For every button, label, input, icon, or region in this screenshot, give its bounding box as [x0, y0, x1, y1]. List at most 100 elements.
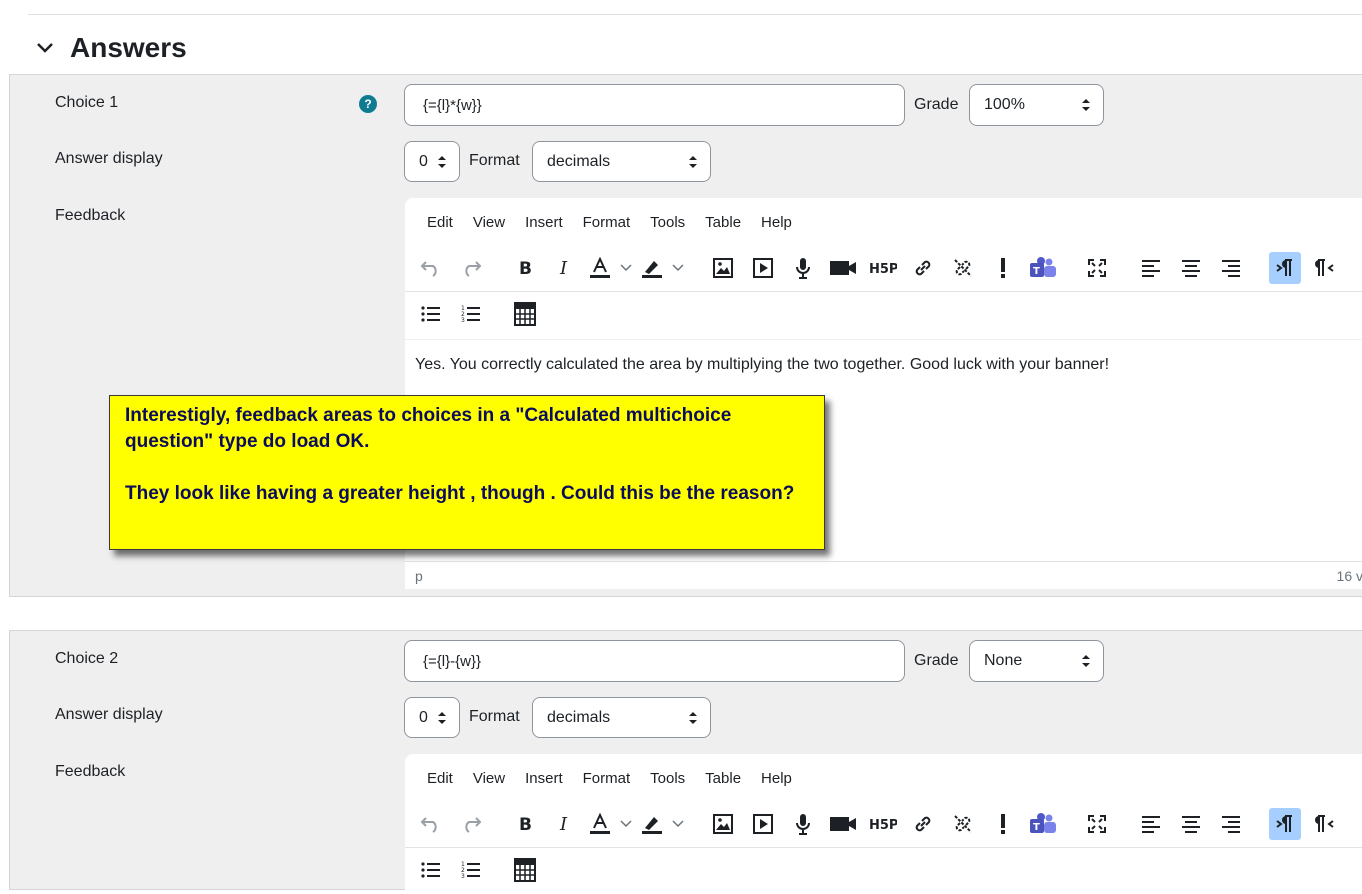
choice-1-grade-value: 100% — [984, 96, 1025, 113]
link-icon[interactable] — [907, 808, 939, 840]
chevron-down-icon[interactable] — [667, 808, 689, 840]
text-color-icon[interactable] — [589, 252, 611, 284]
menu-edit[interactable]: Edit — [417, 214, 463, 231]
menu-tools[interactable]: Tools — [640, 770, 695, 787]
menu-edit[interactable]: Edit — [417, 770, 463, 787]
align-left-icon[interactable] — [1135, 252, 1167, 284]
unlink-icon[interactable] — [947, 808, 979, 840]
align-center-icon[interactable] — [1175, 252, 1207, 284]
menu-help[interactable]: Help — [751, 770, 802, 787]
undo-icon[interactable] — [415, 808, 447, 840]
bullet-list-icon[interactable] — [415, 854, 447, 886]
choice-2-answer-display-select[interactable]: 0 — [404, 697, 460, 738]
svg-text:H5P: H5P — [869, 262, 897, 276]
choice-2-format-select[interactable]: decimals — [532, 697, 711, 738]
choice-2-feedback-editor[interactable]: Edit View Insert Format Tools Table Help… — [405, 754, 1362, 894]
unlink-icon[interactable] — [947, 252, 979, 284]
choice-1-formula-input[interactable]: {={l}*{w}} — [404, 84, 905, 126]
choice-1-label: Choice 1 — [55, 94, 119, 111]
chevron-down-icon[interactable] — [667, 252, 689, 284]
choice-2-format-value: decimals — [547, 708, 611, 726]
numbered-list-icon[interactable]: 123 — [455, 854, 487, 886]
teams-icon[interactable]: T — [1027, 252, 1059, 284]
choice-2-label: Choice 2 — [55, 650, 119, 667]
editor-toolbar-row-1: B I H5P T — [415, 252, 1349, 284]
section-header[interactable]: Answers — [34, 30, 187, 66]
menu-table[interactable]: Table — [695, 770, 751, 787]
menu-format[interactable]: Format — [573, 214, 641, 231]
fullscreen-icon[interactable] — [1081, 252, 1113, 284]
editor-menubar: Edit View Insert Format Tools Table Help — [417, 770, 802, 787]
redo-icon[interactable] — [455, 252, 487, 284]
teams-icon[interactable]: T — [1027, 808, 1059, 840]
feedback-content[interactable]: Yes. You correctly calculated the area b… — [415, 356, 1109, 374]
help-icon[interactable]: ? — [359, 95, 377, 113]
callout-line-1: Interestigly, feedback areas to choices … — [125, 405, 732, 452]
redo-icon[interactable] — [455, 808, 487, 840]
rtl-direction-icon[interactable] — [1309, 808, 1341, 840]
menu-view[interactable]: View — [463, 214, 515, 231]
align-center-icon[interactable] — [1175, 808, 1207, 840]
ltr-direction-icon[interactable] — [1269, 808, 1301, 840]
align-right-icon[interactable] — [1215, 252, 1247, 284]
numbered-list-icon[interactable]: 123 — [455, 298, 487, 330]
choice-1-answer-display-value: 0 — [419, 152, 428, 170]
menu-help[interactable]: Help — [751, 214, 802, 231]
align-left-icon[interactable] — [1135, 808, 1167, 840]
video-camera-icon[interactable] — [827, 808, 859, 840]
rtl-direction-icon[interactable] — [1309, 252, 1341, 284]
highlight-color-icon[interactable] — [641, 252, 663, 284]
calculator-icon[interactable] — [509, 854, 541, 886]
microphone-icon[interactable] — [787, 808, 819, 840]
highlight-color-icon[interactable] — [641, 808, 663, 840]
choice-2-grade-select[interactable]: None — [969, 640, 1104, 682]
caret-updown-icon — [438, 711, 446, 724]
word-count[interactable]: 16 v — [1337, 568, 1362, 584]
bold-icon[interactable]: B — [509, 252, 541, 284]
h5p-icon[interactable]: H5P — [867, 252, 899, 284]
exclamation-icon[interactable] — [987, 252, 1019, 284]
choice-1-format-select[interactable]: decimals — [532, 141, 711, 182]
menu-insert[interactable]: Insert — [515, 770, 573, 787]
video-camera-icon[interactable] — [827, 252, 859, 284]
italic-icon[interactable]: I — [549, 252, 581, 284]
h5p-icon[interactable]: H5P — [867, 808, 899, 840]
choice-2-format-label: Format — [469, 708, 520, 725]
editor-toolbar-row-2: 123 — [415, 298, 549, 330]
bold-icon[interactable]: B — [509, 808, 541, 840]
caret-updown-icon — [689, 711, 697, 724]
menu-format[interactable]: Format — [573, 770, 641, 787]
choice-1-grade-select[interactable]: 100% — [969, 84, 1104, 126]
media-icon[interactable] — [747, 808, 779, 840]
align-right-icon[interactable] — [1215, 808, 1247, 840]
menu-view[interactable]: View — [463, 770, 515, 787]
caret-updown-icon — [1082, 99, 1090, 111]
italic-icon[interactable]: I — [549, 808, 581, 840]
menu-insert[interactable]: Insert — [515, 214, 573, 231]
undo-icon[interactable] — [415, 252, 447, 284]
menu-table[interactable]: Table — [695, 214, 751, 231]
choice-1-format-label: Format — [469, 152, 520, 169]
caret-updown-icon — [1082, 655, 1090, 667]
bullet-list-icon[interactable] — [415, 298, 447, 330]
choice-2-formula-input[interactable]: {={l}-{w}} — [404, 640, 905, 682]
media-icon[interactable] — [747, 252, 779, 284]
section-title: Answers — [70, 32, 187, 63]
chevron-down-icon[interactable] — [34, 37, 56, 59]
toolbar-divider — [405, 847, 1362, 848]
ltr-direction-icon[interactable] — [1269, 252, 1301, 284]
fullscreen-icon[interactable] — [1081, 808, 1113, 840]
choice-1-answer-display-select[interactable]: 0 — [404, 141, 460, 182]
element-path[interactable]: p — [415, 568, 423, 584]
microphone-icon[interactable] — [787, 252, 819, 284]
exclamation-icon[interactable] — [987, 808, 1019, 840]
calculator-icon[interactable] — [509, 298, 541, 330]
image-icon[interactable] — [707, 808, 739, 840]
link-icon[interactable] — [907, 252, 939, 284]
chevron-down-icon[interactable] — [615, 808, 637, 840]
image-icon[interactable] — [707, 252, 739, 284]
text-color-icon[interactable] — [589, 808, 611, 840]
choice-1-format-value: decimals — [547, 152, 611, 170]
chevron-down-icon[interactable] — [615, 252, 637, 284]
menu-tools[interactable]: Tools — [640, 214, 695, 231]
